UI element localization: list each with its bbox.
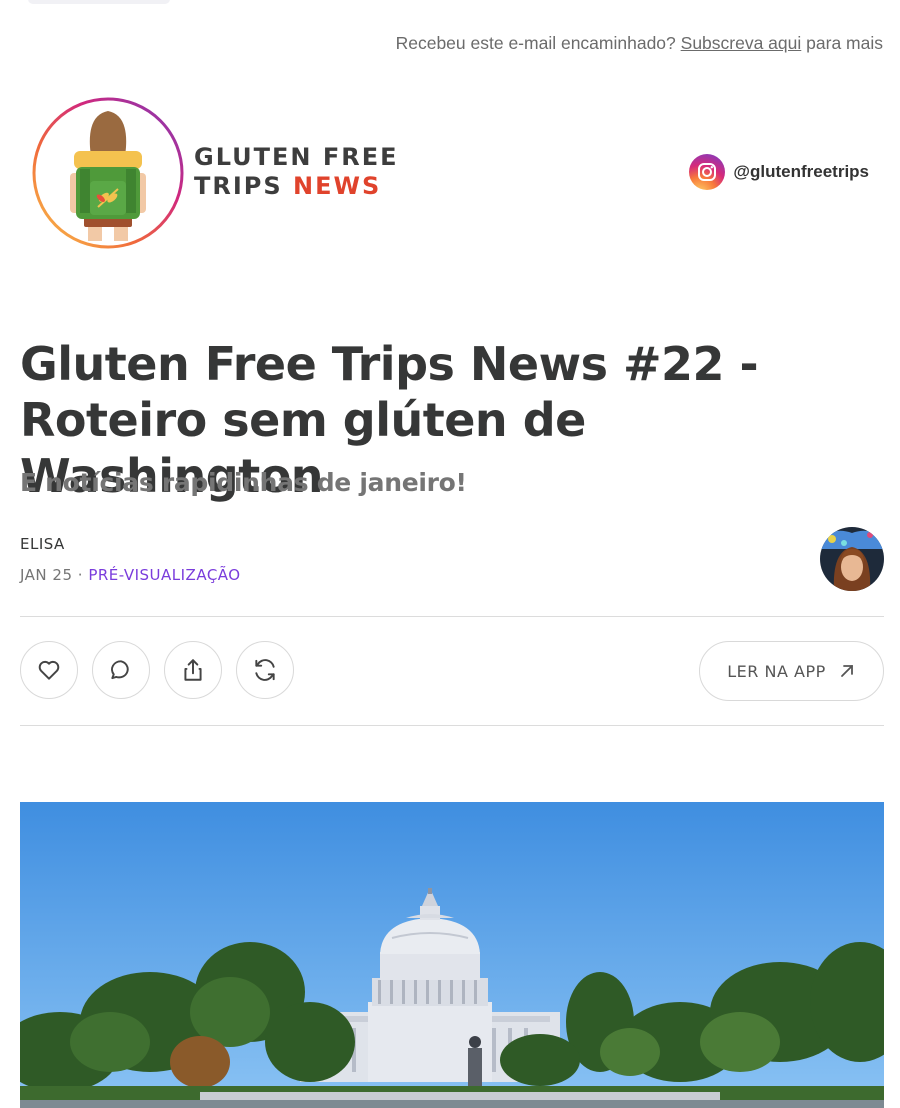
divider-bottom (20, 725, 884, 726)
instagram-handle: @glutenfreetrips (733, 162, 869, 181)
forward-notice-suffix: para mais (806, 33, 883, 53)
author-avatar[interactable] (820, 527, 884, 591)
brand-wordmark: GLUTEN FREE TRIPS NEWS (194, 143, 399, 201)
divider-top (20, 616, 884, 617)
post-meta: JAN 25 · PRÉ-VISUALIZAÇÃO (20, 566, 241, 584)
instagram-link[interactable]: @glutenfreetrips (689, 154, 869, 190)
meta-separator: · (77, 566, 84, 584)
heart-icon (38, 660, 60, 680)
read-in-app-button[interactable]: LER NA APP (699, 641, 884, 701)
instagram-icon (689, 154, 726, 190)
brand-trips: TRIPS (194, 172, 283, 200)
author-name[interactable]: ELISA (20, 535, 65, 553)
comment-button[interactable] (92, 641, 150, 699)
comment-icon (111, 660, 129, 680)
like-button[interactable] (20, 641, 78, 699)
post-subtitle: E notícias rapidinhas de janeiro! (20, 468, 467, 497)
forward-notice: Recebeu este e-mail encaminhado? Subscre… (396, 33, 883, 54)
subscribe-link[interactable]: Subscreva aqui (681, 33, 802, 53)
brand-line-1: GLUTEN FREE (194, 143, 399, 171)
top-bar-fragment (28, 0, 170, 4)
brand-news: NEWS (293, 172, 382, 200)
backpacker-logo[interactable] (30, 95, 186, 251)
post-title-line-1: Gluten Free Trips News #22 - (20, 337, 759, 391)
post-date: JAN 25 (20, 566, 73, 584)
brand-line-2: TRIPS NEWS (194, 172, 399, 201)
preview-badge: PRÉ-VISUALIZAÇÃO (88, 566, 241, 584)
restack-button[interactable] (236, 641, 294, 699)
arrow-up-right-icon (840, 665, 853, 677)
share-button[interactable] (164, 641, 222, 699)
restack-icon (255, 659, 275, 681)
share-icon (184, 659, 202, 681)
capitol-photo[interactable] (20, 802, 884, 1108)
email-page: Recebeu este e-mail encaminhado? Subscre… (0, 0, 900, 1108)
read-in-app-label: LER NA APP (727, 661, 826, 681)
forward-notice-text: Recebeu este e-mail encaminhado? (395, 33, 676, 53)
